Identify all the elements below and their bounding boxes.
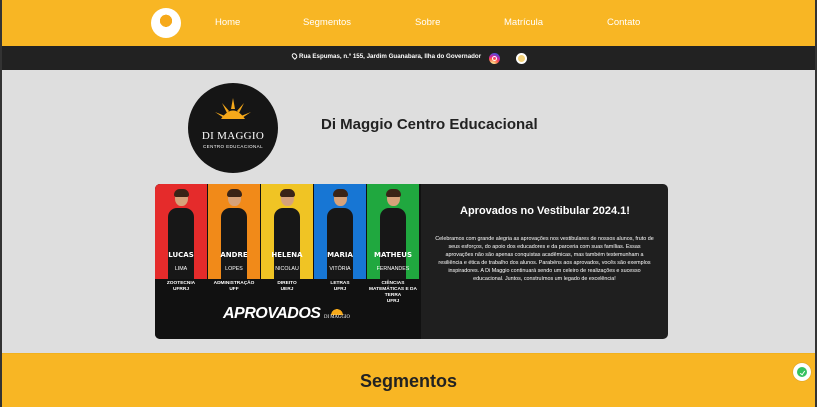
nav-about-link[interactable]: Sobre: [415, 17, 440, 28]
approval-card: LUCAS LIMA ANDRE LOPES HELENA NICOLAU MA…: [155, 184, 668, 339]
site-logo[interactable]: [151, 8, 181, 38]
promo-brand-logo: DI MAGGIO: [323, 307, 351, 321]
segments-title: Segmentos: [359, 371, 458, 391]
address-bar: Rua Espumas, n.º 155, Jardim Guanabara, …: [2, 46, 815, 70]
announcement-text: Celebramos com grande alegria as aprovaç…: [435, 236, 654, 282]
nav-contact-link[interactable]: Contato: [607, 17, 640, 28]
student-course: ADMINISTRAÇÃO UFF: [213, 281, 255, 292]
student-card: HELENA NICOLAU: [261, 184, 313, 279]
student-last-name: LOPES: [225, 266, 243, 272]
student-course: LETRAS UFRJ: [330, 281, 350, 292]
location-pin-icon: [290, 52, 299, 60]
student-course: CIÊNCIAS MATEMÁTICAS E DA TERRA UFRJ: [369, 281, 417, 304]
student-first-name: MATHEUS: [374, 251, 412, 259]
sun-logo-icon: [155, 12, 177, 34]
announcement-title: Aprovados no Vestibular 2024.1!: [460, 205, 630, 217]
approved-banner: APROVADOS: [223, 305, 321, 322]
student-first-name: LUCAS: [168, 251, 194, 259]
student-last-name: LIMA: [174, 266, 188, 272]
sun-rays-icon: [215, 98, 251, 119]
brand-tagline: CENTRO EDUCACIONAL: [203, 144, 263, 149]
browser-content: Home Segmentos Sobre Matrícula Contato R…: [0, 0, 817, 407]
top-navigation: Home Segmentos Sobre Matrícula Contato: [2, 0, 815, 46]
segments-section: Segmentos: [2, 353, 815, 407]
student-card: MARIA VITÓRIA: [314, 184, 366, 279]
page-title: Di Maggio Centro Educacional: [321, 116, 538, 133]
student-first-name: ANDRE: [220, 251, 248, 259]
sun-logo-icon: [330, 307, 344, 315]
whatsapp-icon[interactable]: [793, 363, 811, 381]
student-last-name: VITÓRIA: [329, 266, 351, 272]
instagram-icon[interactable]: [489, 53, 500, 64]
student-last-name: NICOLAU: [275, 266, 299, 272]
student-last-name: FERNANDES: [376, 266, 410, 272]
student-card: MATHEUS FERNANDES: [367, 184, 419, 279]
address-text: Rua Espumas, n.º 155, Jardim Guanabara, …: [290, 52, 481, 60]
brand-logo: DI MAGGIO CENTRO EDUCACIONAL: [188, 83, 278, 173]
di-maggio-social-icon[interactable]: [516, 53, 527, 64]
student-course: ZOOTECNIA UFRRJ: [166, 281, 196, 292]
student-course: DIREITO UERJ: [277, 281, 297, 292]
nav-enrollment-link[interactable]: Matrícula: [504, 17, 543, 28]
student-first-name: MARIA: [327, 251, 353, 259]
brand-name: DI MAGGIO: [201, 130, 265, 142]
nav-segments-link[interactable]: Segmentos: [303, 17, 351, 28]
nav-home-link[interactable]: Home: [215, 17, 240, 28]
student-first-name: HELENA: [271, 251, 303, 259]
student-card: LUCAS LIMA: [155, 184, 207, 279]
approved-students-image: LUCAS LIMA ANDRE LOPES HELENA NICOLAU MA…: [155, 184, 421, 339]
student-card: ANDRE LOPES: [208, 184, 260, 279]
